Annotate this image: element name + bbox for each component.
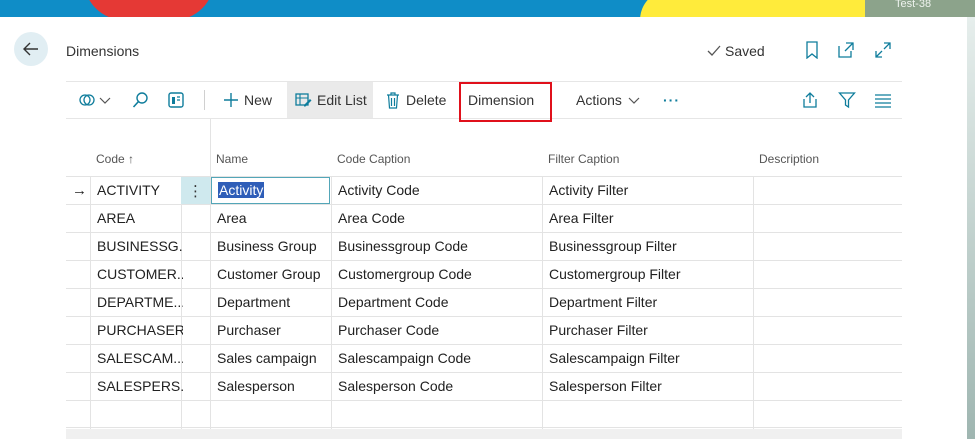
- column-header-description[interactable]: Description: [759, 152, 819, 166]
- saved-label: Saved: [725, 43, 765, 59]
- toolbar-divider: [204, 90, 205, 110]
- saved-status: Saved: [707, 40, 765, 62]
- code-cell[interactable]: DEPARTME...: [97, 289, 183, 316]
- filter-caption-cell[interactable]: Purchaser Filter: [549, 317, 749, 344]
- code-caption-cell[interactable]: Salescampaign Code: [338, 345, 538, 372]
- chevron-down-icon: [628, 97, 640, 104]
- filter-caption-cell[interactable]: Salescampaign Filter: [549, 345, 749, 372]
- code-caption-cell[interactable]: Department Code: [338, 289, 538, 316]
- filter-caption-cell[interactable]: Customergroup Filter: [549, 261, 749, 288]
- name-cell-selected[interactable]: Activity: [211, 177, 330, 204]
- code-cell[interactable]: SALESPERS...: [97, 373, 183, 400]
- code-caption-cell[interactable]: Businessgroup Code: [338, 233, 538, 260]
- table-row[interactable]: AREA Area Area Code Area Filter: [66, 204, 902, 232]
- current-row-arrow-icon: →: [72, 182, 87, 199]
- funnel-icon: [838, 92, 856, 109]
- table-row[interactable]: DEPARTME... Department Department Code D…: [66, 288, 902, 316]
- trash-icon: [387, 91, 399, 109]
- filter-caption-cell[interactable]: Businessgroup Filter: [549, 233, 749, 260]
- chevron-down-icon: [99, 97, 111, 104]
- share-icon: [803, 92, 817, 108]
- actions-menu-button[interactable]: Actions: [576, 82, 640, 118]
- arrow-left-icon: [23, 42, 38, 56]
- name-cell[interactable]: Business Group: [217, 233, 329, 260]
- right-edge-strip: [967, 17, 975, 439]
- code-caption-cell[interactable]: Activity Code: [338, 177, 538, 204]
- table-row[interactable]: PURCHASER Purchaser Purchaser Code Purch…: [66, 316, 902, 344]
- top-banner: Test-38: [0, 0, 975, 17]
- code-cell[interactable]: SALESCAM...: [97, 345, 183, 372]
- edit-list-label: Edit List: [317, 92, 367, 108]
- name-cell[interactable]: Department: [217, 289, 329, 316]
- code-caption-cell[interactable]: Purchaser Code: [338, 317, 538, 344]
- page-title: Dimensions: [66, 43, 140, 59]
- delete-button[interactable]: Delete: [386, 82, 446, 118]
- environment-tag: Test-38: [865, 0, 975, 17]
- check-icon: [707, 45, 721, 56]
- search-button[interactable]: [132, 82, 150, 118]
- expand-icon: [875, 42, 891, 58]
- actions-label: Actions: [576, 92, 622, 108]
- more-options-icon: ···: [663, 92, 680, 108]
- name-cell[interactable]: Salesperson: [217, 373, 329, 400]
- name-cell[interactable]: Sales campaign: [217, 345, 329, 372]
- grid-footer: [66, 429, 902, 439]
- column-header-name[interactable]: Name: [216, 152, 248, 166]
- code-caption-cell[interactable]: Customergroup Code: [338, 261, 538, 288]
- column-header-code[interactable]: Code ↑: [96, 152, 134, 166]
- code-caption-cell[interactable]: Salesperson Code: [338, 373, 538, 400]
- environment-label: Test-38: [895, 0, 932, 10]
- open-new-window-icon: [838, 42, 854, 58]
- selected-name-text: Activity: [218, 182, 265, 198]
- code-cell[interactable]: PURCHASER: [97, 317, 183, 344]
- table-row[interactable]: SALESPERS... Salesperson Salesperson Cod…: [66, 372, 902, 400]
- open-new-window-button[interactable]: [836, 40, 856, 60]
- filter-pane-button[interactable]: [167, 82, 185, 118]
- filter-caption-cell[interactable]: Department Filter: [549, 289, 749, 316]
- column-header-code-caption[interactable]: Code Caption: [337, 152, 410, 166]
- bookmark-icon: [806, 41, 818, 59]
- view-switch-icon: [79, 94, 95, 106]
- plus-icon: [224, 93, 238, 107]
- bookmark-button[interactable]: [802, 40, 822, 60]
- new-empty-row[interactable]: [66, 400, 902, 428]
- more-options-button[interactable]: ···: [663, 82, 680, 118]
- code-cell[interactable]: BUSINESSG...: [97, 233, 183, 260]
- filter-caption-cell[interactable]: Activity Filter: [549, 177, 749, 204]
- view-switch-button[interactable]: [78, 82, 111, 118]
- banner-red-shape: [84, 0, 214, 17]
- expand-button[interactable]: [873, 40, 893, 60]
- row-actions-button[interactable]: ⋮: [181, 177, 210, 204]
- code-cell[interactable]: ACTIVITY: [97, 177, 183, 204]
- code-cell[interactable]: AREA: [97, 205, 183, 232]
- name-cell[interactable]: Purchaser: [217, 317, 329, 344]
- new-button[interactable]: New: [223, 82, 272, 118]
- dimension-highlight-box: [459, 82, 552, 122]
- search-icon: [132, 92, 148, 108]
- vertical-dots-icon: ⋮: [188, 182, 203, 200]
- name-cell[interactable]: Area: [217, 205, 329, 232]
- banner-yellow-shape: [640, 0, 880, 17]
- filter-button[interactable]: [838, 82, 856, 118]
- table-row[interactable]: SALESCAM... Sales campaign Salescampaign…: [66, 344, 902, 372]
- edit-list-button[interactable]: Edit List: [287, 82, 373, 118]
- back-button[interactable]: [14, 32, 48, 66]
- new-label: New: [244, 92, 273, 108]
- list-icon: [875, 94, 891, 108]
- filter-caption-cell[interactable]: Salesperson Filter: [549, 373, 749, 400]
- list-view-button[interactable]: [874, 82, 892, 118]
- table-row[interactable]: CUSTOMER... Customer Group Customergroup…: [66, 260, 902, 288]
- edit-list-icon: [295, 93, 312, 107]
- filter-caption-cell[interactable]: Area Filter: [549, 205, 749, 232]
- delete-label: Delete: [406, 92, 447, 108]
- filter-pane-icon: [168, 92, 184, 108]
- column-header-filter-caption[interactable]: Filter Caption: [548, 152, 619, 166]
- code-cell[interactable]: CUSTOMER...: [97, 261, 183, 288]
- code-caption-cell[interactable]: Area Code: [338, 205, 538, 232]
- table-row[interactable]: BUSINESSG... Business Group Businessgrou…: [66, 232, 902, 260]
- name-cell[interactable]: Customer Group: [217, 261, 329, 288]
- share-button[interactable]: [801, 82, 819, 118]
